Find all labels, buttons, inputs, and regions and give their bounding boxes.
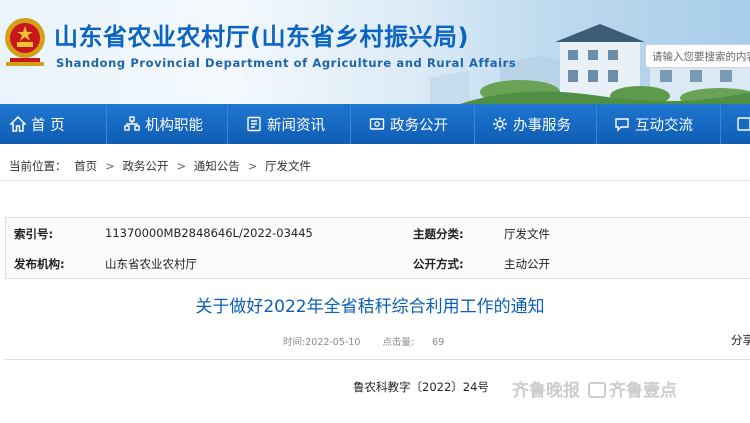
index-number-label: 索引号: [14, 227, 54, 241]
time-label: 时间: [283, 337, 306, 348]
breadcrumb-notices[interactable]: 通知公告 [194, 159, 240, 173]
index-number-value: 11370000MB2848646L/2022-03445 [105, 226, 313, 240]
nav-label: 办事服务 [513, 117, 571, 134]
org-icon [124, 116, 140, 131]
share-button[interactable]: 分享 [731, 332, 750, 348]
topic-category-value: 厅发文件 [504, 227, 550, 241]
watermark-logo-icon [588, 382, 606, 398]
national-emblem-icon [5, 18, 45, 66]
public-icon [369, 118, 385, 130]
nav-item-more[interactable] [736, 104, 750, 144]
disclosure-mode-value: 主动公开 [504, 257, 550, 271]
nav-item-home[interactable]: 首 页 [10, 104, 65, 144]
document-number: 鲁农科教字〔2022〕24号 [353, 380, 489, 394]
header-building-illustration [430, 24, 750, 104]
main-nav: 首 页 机构职能 新闻资讯 政务公开 办事服务 互动交流 [0, 104, 750, 144]
nav-divider [596, 104, 597, 144]
nav-item-news[interactable]: 新闻资讯 [246, 104, 325, 144]
breadcrumb-separator: > [247, 159, 258, 173]
service-icon [493, 117, 507, 131]
nav-label: 机构职能 [145, 117, 203, 134]
breadcrumb-divider [0, 180, 750, 181]
watermark-left-text: 齐鲁晚报 [512, 381, 580, 401]
nav-item-services[interactable]: 办事服务 [492, 104, 571, 144]
nav-divider [720, 104, 721, 144]
nav-item-interaction[interactable]: 互动交流 [614, 104, 693, 144]
time-value: 2022-05-10 [305, 337, 361, 348]
breadcrumb-home[interactable]: 首页 [74, 159, 97, 173]
breadcrumb-separator: > [105, 159, 115, 173]
nav-label: 政务公开 [390, 117, 448, 134]
home-icon [10, 116, 26, 132]
site-subtitle: Shandong Provincial Department of Agricu… [56, 56, 517, 70]
disclosure-mode-label: 公开方式: [413, 257, 464, 271]
hits-value: 69 [432, 337, 445, 348]
watermark-right-text: 齐鲁壹点 [609, 381, 677, 401]
breadcrumb-department-documents[interactable]: 厅发文件 [265, 159, 311, 173]
page: 山东省农业农村厅(山东省乡村振兴局) Shandong Provincial D… [0, 0, 750, 423]
nav-label: 互动交流 [635, 117, 693, 134]
news-icon [247, 116, 261, 132]
nav-divider [474, 104, 475, 144]
chat-icon [615, 118, 629, 132]
issuer-value: 山东省农业农村厅 [105, 257, 197, 271]
nav-divider [106, 104, 107, 144]
site-title: 山东省农业农村厅(山东省乡村振兴局) [54, 23, 469, 51]
meta-divider [5, 359, 750, 360]
article-title: 关于做好2022年全省秸秆综合利用工作的通知 [195, 297, 545, 317]
breadcrumb-government-affairs[interactable]: 政务公开 [122, 159, 168, 173]
watermark: 齐鲁晚报 齐鲁壹点 [512, 376, 677, 401]
nav-divider [227, 104, 228, 144]
topic-category-label: 主题分类: [413, 227, 464, 241]
more-icon [737, 117, 750, 131]
site-header: 山东省农业农村厅(山东省乡村振兴局) Shandong Provincial D… [0, 0, 750, 104]
breadcrumb-separator: > [176, 159, 187, 173]
issuer-label: 发布机构: [14, 257, 65, 271]
hits-label: 点击量: [382, 337, 415, 348]
document-info-table: 索引号: 11370000MB2848646L/2022-03445 主题分类:… [5, 217, 750, 279]
article-meta: 时间:2022-05-10 点击量: 69 [283, 334, 444, 348]
nav-label: 新闻资讯 [267, 117, 325, 134]
search-input[interactable]: 请输入您要搜索的内容 [645, 44, 750, 68]
nav-label: 首 页 [31, 117, 65, 134]
nav-item-organization[interactable]: 机构职能 [124, 104, 203, 144]
nav-item-government-affairs[interactable]: 政务公开 [369, 104, 448, 144]
breadcrumb: 当前位置： 首页 > 政务公开 > 通知公告 > 厅发文件 [9, 158, 315, 174]
nav-divider [350, 104, 351, 144]
breadcrumb-prefix: 当前位置： [9, 159, 67, 173]
